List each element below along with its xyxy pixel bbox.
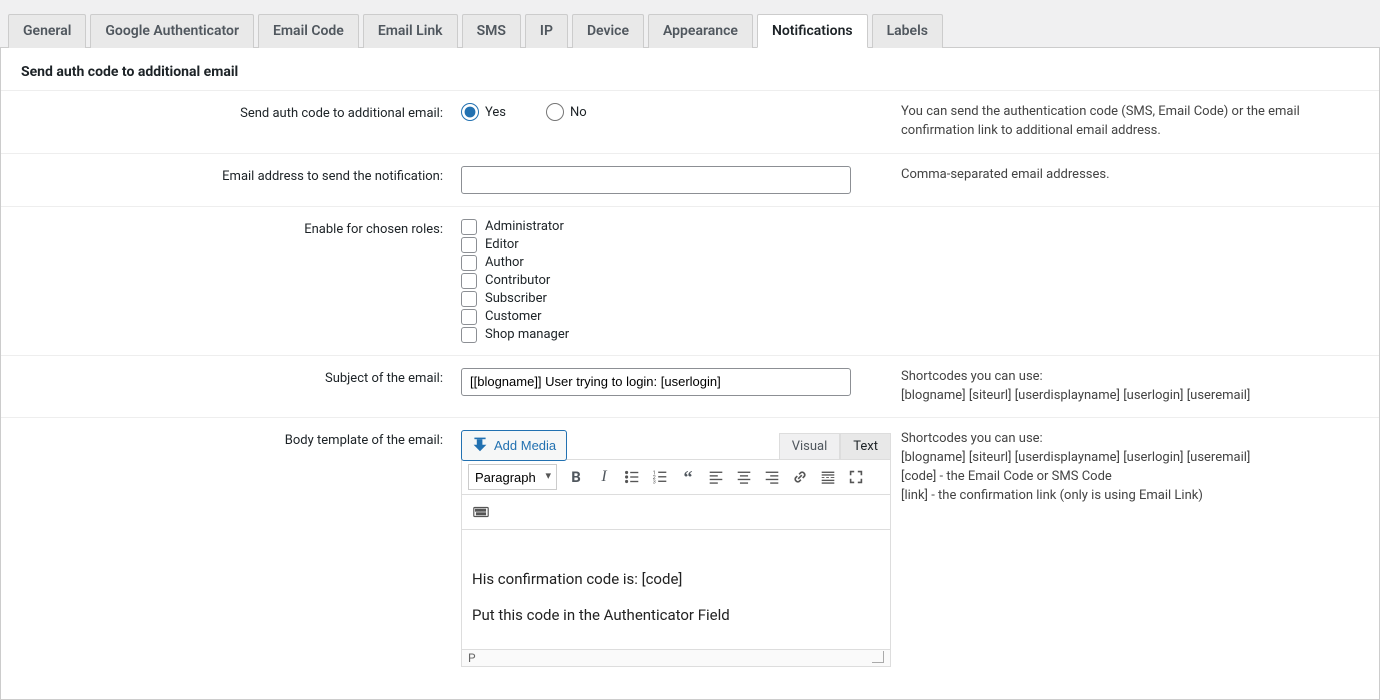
tab-general[interactable]: General bbox=[8, 14, 86, 48]
role-shop-manager[interactable]: Shop manager bbox=[461, 327, 901, 343]
row-email-address: Email address to send the notification: … bbox=[1, 154, 1379, 207]
italic-button[interactable]: I bbox=[591, 464, 617, 490]
tab-google-authenticator[interactable]: Google Authenticator bbox=[90, 14, 254, 48]
tab-labels[interactable]: Labels bbox=[872, 14, 943, 48]
radio-no-label: No bbox=[570, 105, 587, 120]
role-label: Customer bbox=[485, 309, 542, 324]
radio-yes-input[interactable] bbox=[461, 103, 479, 121]
tab-notifications[interactable]: Notifications bbox=[757, 14, 868, 48]
checkbox-subscriber[interactable] bbox=[461, 291, 477, 307]
add-media-icon bbox=[472, 436, 488, 455]
format-select[interactable]: Paragraph bbox=[468, 464, 557, 490]
label-roles: Enable for chosen roles: bbox=[1, 219, 461, 343]
section-title: Send auth code to additional email bbox=[1, 48, 1379, 91]
settings-tabs: General Google Authenticator Email Code … bbox=[0, 14, 1380, 48]
label-body: Body template of the email: bbox=[1, 430, 461, 667]
link-button[interactable] bbox=[787, 464, 813, 490]
tab-email-code[interactable]: Email Code bbox=[258, 14, 359, 48]
checkbox-administrator[interactable] bbox=[461, 219, 477, 235]
add-media-label: Add Media bbox=[494, 438, 556, 453]
fullscreen-button[interactable] bbox=[843, 464, 869, 490]
numbered-list-button[interactable]: 123 bbox=[647, 464, 673, 490]
help-subject: Shortcodes you can use: [blogname] [site… bbox=[901, 368, 1379, 406]
row-body: Body template of the email: Add Media Vi… bbox=[1, 418, 1379, 679]
help-roles bbox=[901, 219, 1379, 343]
tab-device[interactable]: Device bbox=[572, 14, 644, 48]
checkbox-contributor[interactable] bbox=[461, 273, 477, 289]
radio-yes[interactable]: Yes bbox=[461, 103, 506, 121]
editor-line: His confirmation code is: [code] bbox=[472, 570, 880, 588]
keyboard-icon[interactable] bbox=[468, 499, 494, 525]
editor-path: P bbox=[468, 651, 476, 665]
role-label: Editor bbox=[485, 237, 519, 252]
help-body: Shortcodes you can use: [blogname] [site… bbox=[901, 430, 1379, 667]
role-administrator[interactable]: Administrator bbox=[461, 219, 901, 235]
help-send-additional: You can send the authentication code (SM… bbox=[901, 103, 1379, 141]
label-subject: Subject of the email: bbox=[1, 368, 461, 406]
role-subscriber[interactable]: Subscriber bbox=[461, 291, 901, 307]
editor-toolbar: Paragraph B I 123 “ bbox=[461, 459, 891, 495]
role-label: Contributor bbox=[485, 273, 550, 288]
row-send-additional: Send auth code to additional email: Yes … bbox=[1, 91, 1379, 154]
role-label: Author bbox=[485, 255, 524, 270]
align-right-button[interactable] bbox=[759, 464, 785, 490]
read-more-button[interactable] bbox=[815, 464, 841, 490]
label-send-additional: Send auth code to additional email: bbox=[1, 103, 461, 141]
checkbox-editor[interactable] bbox=[461, 237, 477, 253]
editor-toolbar-row2 bbox=[461, 495, 891, 530]
blockquote-button[interactable]: “ bbox=[675, 464, 701, 490]
editor-statusbar: P bbox=[461, 650, 891, 667]
resize-handle-icon[interactable] bbox=[872, 651, 884, 663]
help-email-address: Comma-separated email addresses. bbox=[901, 166, 1379, 194]
editor-content[interactable]: His confirmation code is: [code] Put thi… bbox=[461, 530, 891, 650]
row-subject: Subject of the email: Shortcodes you can… bbox=[1, 356, 1379, 419]
label-email-address: Email address to send the notification: bbox=[1, 166, 461, 194]
tab-sms[interactable]: SMS bbox=[462, 14, 521, 48]
tab-appearance[interactable]: Appearance bbox=[648, 14, 753, 48]
row-roles: Enable for chosen roles: Administrator E… bbox=[1, 207, 1379, 356]
subject-input[interactable] bbox=[461, 368, 851, 396]
add-media-button[interactable]: Add Media bbox=[461, 430, 567, 461]
notifications-panel: Send auth code to additional email Send … bbox=[0, 47, 1380, 700]
role-label: Administrator bbox=[485, 219, 564, 234]
radio-no-input[interactable] bbox=[546, 103, 564, 121]
editor-tab-visual[interactable]: Visual bbox=[779, 433, 841, 459]
bold-button[interactable]: B bbox=[563, 464, 589, 490]
role-contributor[interactable]: Contributor bbox=[461, 273, 901, 289]
align-left-button[interactable] bbox=[703, 464, 729, 490]
role-label: Subscriber bbox=[485, 291, 547, 306]
role-editor[interactable]: Editor bbox=[461, 237, 901, 253]
checkbox-shop-manager[interactable] bbox=[461, 327, 477, 343]
role-label: Shop manager bbox=[485, 327, 569, 342]
editor-line: Put this code in the Authenticator Field bbox=[472, 606, 880, 624]
tab-email-link[interactable]: Email Link bbox=[363, 14, 458, 48]
role-customer[interactable]: Customer bbox=[461, 309, 901, 325]
tab-ip[interactable]: IP bbox=[525, 14, 568, 48]
checkbox-customer[interactable] bbox=[461, 309, 477, 325]
email-address-input[interactable] bbox=[461, 166, 851, 194]
align-center-button[interactable] bbox=[731, 464, 757, 490]
radio-yes-label: Yes bbox=[485, 105, 506, 120]
radio-no[interactable]: No bbox=[546, 103, 587, 121]
checkbox-author[interactable] bbox=[461, 255, 477, 271]
role-author[interactable]: Author bbox=[461, 255, 901, 271]
editor-tab-text[interactable]: Text bbox=[840, 433, 891, 459]
svg-text:3: 3 bbox=[653, 480, 656, 486]
bullet-list-button[interactable] bbox=[619, 464, 645, 490]
